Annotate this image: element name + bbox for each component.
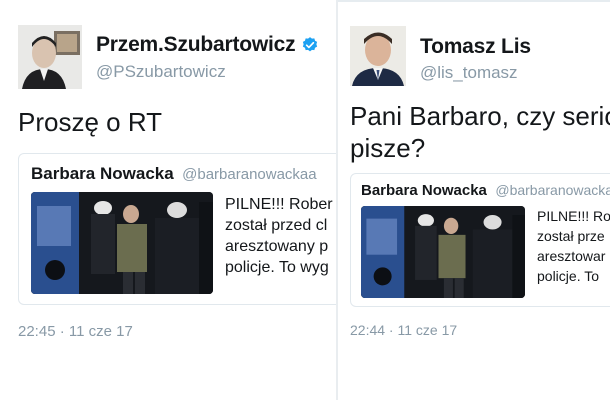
tweet-text-line: pisze?	[350, 133, 426, 163]
tweet-przem-szubartowicz[interactable]: Przem.Szubartowicz @PSzubartowicz Proszę…	[0, 0, 336, 400]
person-avatar-icon	[350, 26, 406, 86]
quoted-author: Barbara Nowacka @barbaranowackaa	[361, 182, 610, 200]
quoted-display-name: Barbara Nowacka	[361, 182, 487, 199]
quoted-text: PILNE!!! Rober został przed cl aresztowa…	[225, 194, 333, 278]
arrest-photo-icon	[361, 206, 525, 298]
quoted-text-line: został przed cl	[225, 217, 328, 234]
quoted-tweet[interactable]: Barbara Nowacka @barbaranowackaa PILNE!!…	[18, 153, 336, 305]
avatar[interactable]	[18, 25, 82, 89]
quoted-text-line: aresztowany p	[225, 238, 329, 255]
tweet-timestamp[interactable]: 22:45 · 11 cze 17	[18, 323, 133, 340]
author-handle[interactable]: @PSzubartowicz	[96, 62, 226, 82]
quoted-text-line: PILNE!!! Ro	[537, 208, 610, 224]
author-handle[interactable]: @lis_tomasz	[420, 63, 518, 83]
arrest-photo-icon	[31, 192, 213, 294]
tweet-text-line: Pani Barbaro, czy serio? T	[350, 101, 610, 131]
tweet-text: Pani Barbaro, czy serio? T pisze?	[350, 100, 610, 164]
quoted-display-name: Barbara Nowacka	[31, 164, 174, 183]
tweet-tomasz-lis[interactable]: Tomasz Lis @lis_tomasz Pani Barbaro, czy…	[338, 0, 610, 400]
avatar[interactable]	[350, 26, 406, 86]
tweet-timestamp[interactable]: 22:44 · 11 cze 17	[350, 322, 457, 338]
author-name-line: Tomasz Lis	[420, 35, 531, 59]
quoted-text: PILNE!!! Ro został prze aresztowar polic…	[537, 206, 610, 286]
tweet-text: Proszę o RT	[18, 107, 163, 137]
verified-badge-icon	[303, 37, 318, 52]
quoted-text-line: aresztowar	[537, 248, 606, 264]
quoted-text-line: policje. To	[537, 268, 600, 284]
quoted-text-line: policje. To wyg	[225, 259, 329, 276]
quoted-author: Barbara Nowacka @barbaranowackaa	[31, 164, 317, 184]
quoted-text-line: PILNE!!! Rober	[225, 196, 333, 213]
author-name-line: Przem.Szubartowicz	[96, 33, 319, 57]
display-name[interactable]: Tomasz Lis	[420, 35, 531, 59]
quoted-handle: @barbaranowackaa	[495, 182, 610, 198]
quoted-photo[interactable]	[31, 192, 213, 294]
quoted-text-line: został prze	[537, 228, 605, 244]
quoted-handle: @barbaranowackaa	[182, 166, 317, 183]
display-name[interactable]: Przem.Szubartowicz	[96, 33, 296, 57]
quoted-tweet[interactable]: Barbara Nowacka @barbaranowackaa PILNE!!…	[350, 173, 610, 307]
person-avatar-icon	[18, 25, 82, 89]
quoted-photo[interactable]	[361, 206, 525, 298]
